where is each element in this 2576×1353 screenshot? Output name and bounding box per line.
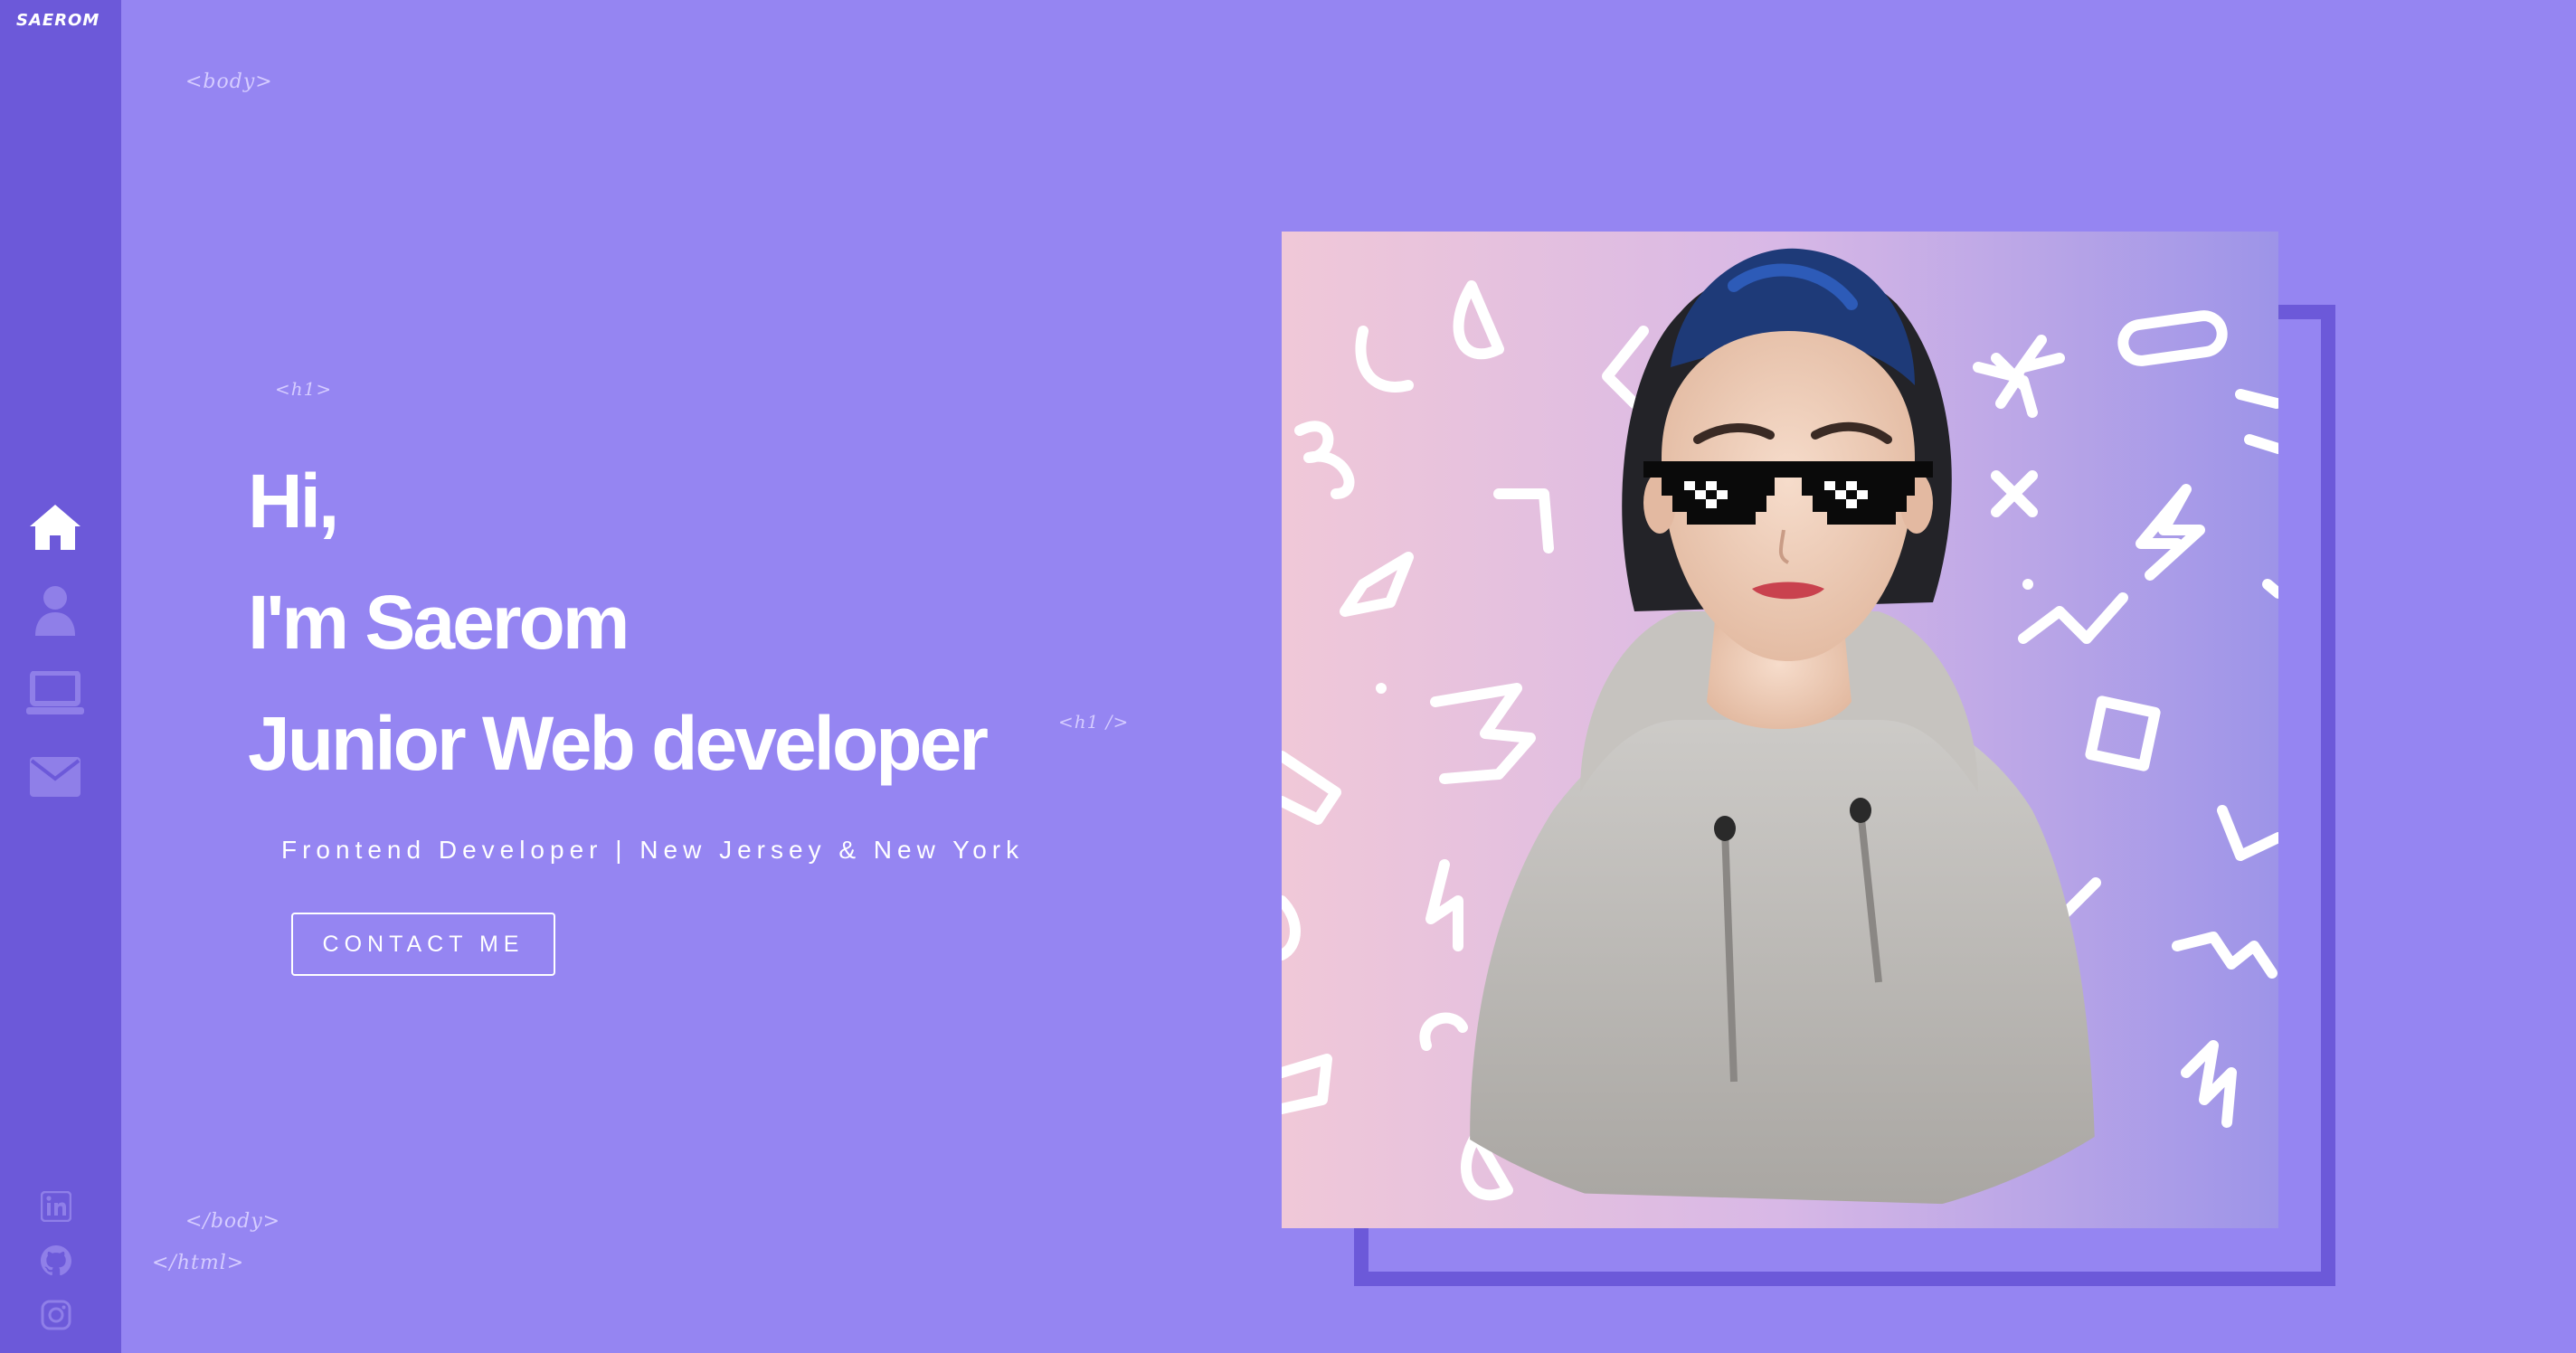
nav-projects[interactable]: [25, 664, 85, 724]
logo[interactable]: SAEROM: [16, 11, 99, 30]
social-github[interactable]: [40, 1244, 72, 1277]
tag-h1-open: <h1>: [275, 378, 333, 400]
hero-line-name: I'm Saerom: [248, 580, 630, 665]
github-icon: [41, 1245, 71, 1276]
social-linkedin[interactable]: [40, 1190, 72, 1223]
home-icon: [30, 505, 80, 550]
avatar-illustration: [1282, 232, 2278, 1228]
instagram-icon: [41, 1300, 71, 1330]
avatar-portrait: [1282, 232, 2278, 1228]
nav-home[interactable]: [25, 497, 85, 557]
tag-body-open: <body>: [185, 71, 273, 93]
user-icon: [35, 586, 75, 636]
tag-body-close: </body>: [185, 1210, 281, 1233]
tag-h1-close: <h1 />: [1058, 711, 1130, 733]
social-instagram[interactable]: [40, 1299, 72, 1331]
linkedin-icon: [41, 1191, 71, 1222]
laptop-icon: [26, 671, 84, 714]
hero-line-role: Junior Web developer: [248, 701, 989, 786]
hero-line-greeting: Hi,: [248, 459, 339, 544]
envelope-icon: [30, 757, 80, 797]
nav-contact[interactable]: [25, 747, 85, 807]
nav-about[interactable]: [25, 581, 85, 640]
sidebar: SAEROM: [0, 0, 121, 1353]
page: SAEROM <body> <h1> <h1 /> </body> </html…: [0, 0, 2576, 1353]
contact-me-button[interactable]: CONTACT ME: [291, 913, 555, 976]
tag-html-close: </html>: [152, 1252, 245, 1274]
hero-subtitle: Frontend Developer | New Jersey & New Yo…: [281, 836, 1025, 864]
